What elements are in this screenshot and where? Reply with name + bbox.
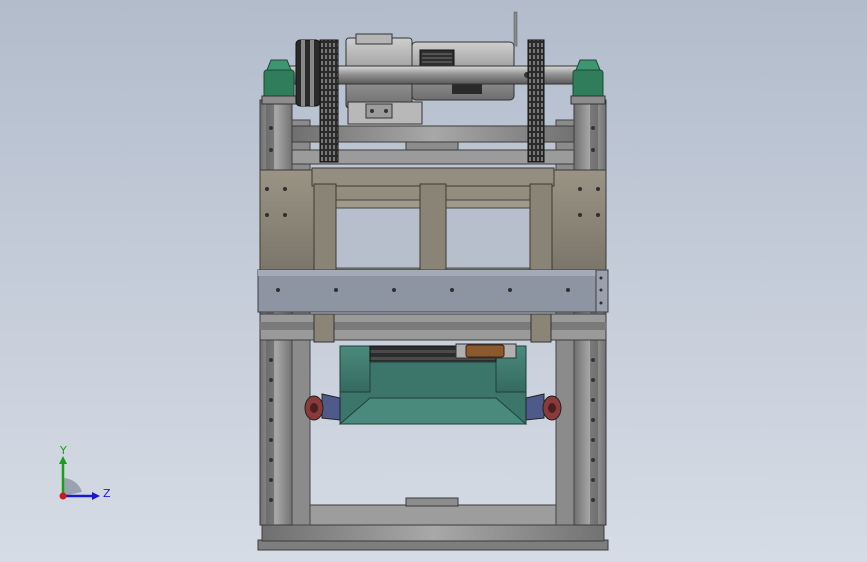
cad-viewport[interactable]: Y Z <box>0 0 867 562</box>
right-wheel[interactable] <box>525 393 562 421</box>
right-sprocket-chain[interactable] <box>527 39 545 163</box>
triad-plane-indicator <box>63 478 82 496</box>
coordinate-triad: Y Z <box>48 440 128 512</box>
y-axis-label: Y <box>59 444 67 457</box>
machine-assembly-model[interactable] <box>0 0 867 562</box>
x-axis-point-icon <box>59 492 67 500</box>
carriage-plate[interactable] <box>259 167 607 271</box>
y-axis-arrow-icon <box>59 456 67 464</box>
linear-rail[interactable] <box>259 313 607 343</box>
gripper-block[interactable] <box>338 343 528 425</box>
z-axis-arrow-icon <box>92 492 100 500</box>
z-axis-label: Z <box>103 487 111 500</box>
left-wheel[interactable] <box>304 393 341 421</box>
carriage-beam[interactable] <box>257 269 609 313</box>
